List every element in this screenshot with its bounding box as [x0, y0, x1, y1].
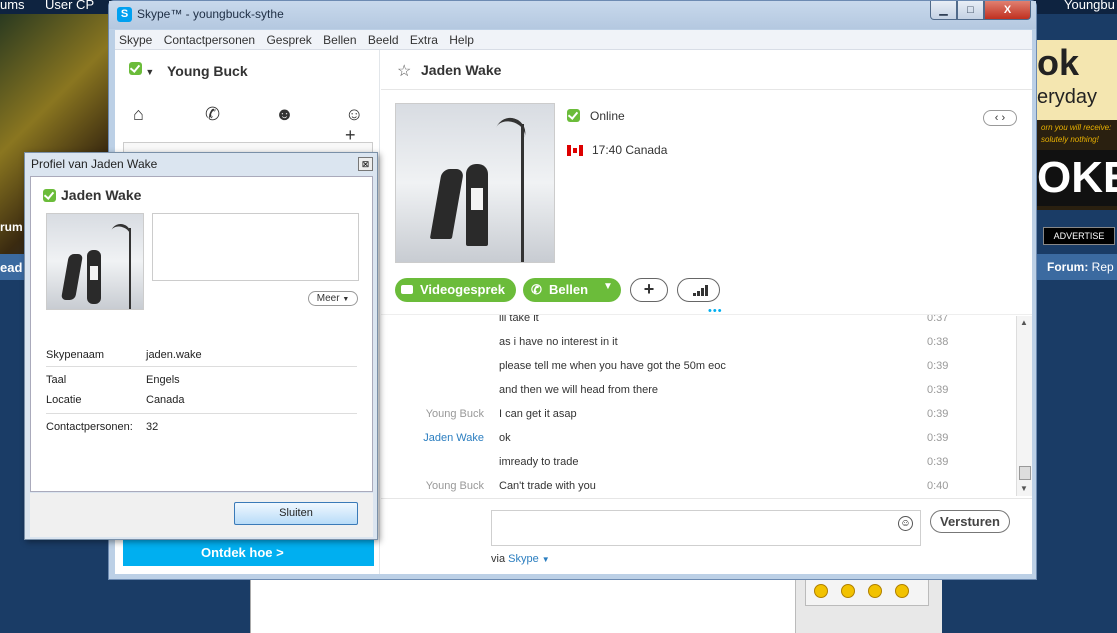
scroll-up-icon[interactable]: ▲: [1020, 318, 1028, 327]
menu-bellen[interactable]: Bellen: [319, 30, 360, 47]
window-title: Skype™ - youngbuck-sythe: [137, 7, 284, 21]
menu-contactpersonen[interactable]: Contactpersonen: [160, 30, 259, 47]
add-button[interactable]: +: [630, 278, 668, 302]
dialog-close-icon[interactable]: ⊠: [358, 157, 373, 171]
forum-rest[interactable]: Rep: [1092, 260, 1114, 274]
window-controls: ▁ □ X: [930, 1, 1031, 21]
chevron-down-icon: ▼: [145, 67, 155, 77]
advertisement[interactable]: ok eryday orn you will receive: solutely…: [1037, 40, 1117, 210]
canada-flag-icon: [567, 145, 583, 157]
status-selector[interactable]: ▼: [129, 62, 154, 78]
conversation-pane: ☆ Jaden Wake Online 17:40 Canada ‹ › Vid…: [381, 50, 1032, 574]
advertise-button[interactable]: ADVERTISE: [1043, 227, 1115, 245]
chat-scrollbar[interactable]: ▲ ▼: [1016, 316, 1032, 496]
divider: [46, 366, 357, 367]
smiley-icon[interactable]: [868, 584, 882, 598]
forum-label: Forum:: [1047, 260, 1089, 274]
chat-message: as i have no interest in it 0:38: [499, 336, 949, 348]
profile-avatar: [46, 213, 144, 310]
prev-next-arrows[interactable]: ‹ ›: [983, 110, 1017, 126]
chat-message: Young Buck Can't trade with you 0:40: [425, 480, 949, 492]
menu-skype[interactable]: Skype: [115, 30, 156, 47]
emoticon-icon[interactable]: ☺: [898, 516, 913, 531]
my-profile[interactable]: ▼ Young Buck: [129, 62, 369, 82]
smiley-icon[interactable]: [814, 584, 828, 598]
menu-gesprek[interactable]: Gesprek: [262, 30, 315, 47]
menu-help[interactable]: Help: [445, 30, 478, 47]
via-skype: via Skype ▼: [491, 553, 550, 565]
dialog-title: Profiel van Jaden Wake: [31, 157, 158, 171]
close-button[interactable]: X: [984, 1, 1031, 20]
chat-message: and then we will head from there 0:39: [499, 384, 949, 396]
add-contact-icon[interactable]: ☺+: [345, 104, 373, 146]
ad-big-text: OKER: [1037, 150, 1117, 206]
call-toolbar: Videogesprek ✆ Bellen ▼ +: [395, 278, 1025, 304]
phone-icon[interactable]: ✆: [205, 104, 220, 125]
profile-mood-box: [152, 213, 359, 281]
status-text: Online: [590, 109, 625, 124]
forum-breadcrumb: Forum: Rep: [1037, 254, 1117, 280]
chevron-down-icon[interactable]: ▼: [603, 281, 613, 292]
my-name: Young Buck: [167, 63, 248, 79]
scroll-down-icon[interactable]: ▼: [1020, 484, 1028, 493]
smiley-icon[interactable]: [895, 584, 909, 598]
nav-icons: ⌂ ✆ ☻ ☺+: [123, 100, 373, 145]
call-button[interactable]: ✆ Bellen ▼: [523, 278, 621, 302]
chevron-down-icon[interactable]: ▼: [542, 555, 550, 564]
chevron-down-icon: ▼: [342, 296, 350, 303]
scroll-thumb[interactable]: [1019, 466, 1031, 480]
chat-message: please tell me when you have got the 50m…: [499, 360, 949, 372]
chat-message: ill take it 0:37: [499, 314, 949, 324]
phone-icon: ✆: [531, 282, 542, 297]
online-check-icon: [567, 109, 580, 122]
chat-history: ill take it 0:37 as i have no interest i…: [381, 314, 1032, 498]
chevron-right-icon[interactable]: ›: [1002, 112, 1006, 124]
chat-message: Young Buck I can get it asap 0:39: [425, 408, 949, 420]
contact-location: 17:40 Canada: [567, 143, 667, 157]
skype-logo-icon: S: [117, 7, 132, 22]
call-quality-button[interactable]: [677, 278, 720, 302]
message-input[interactable]: ☺: [491, 510, 921, 546]
video-camera-icon: [401, 285, 413, 294]
local-time: 17:40 Canada: [592, 143, 668, 157]
promo-banner[interactable]: Ontdek hoe >: [123, 538, 374, 566]
dialog-body: Jaden Wake Meer ▼ Skypenaam jaden.wake T…: [30, 176, 373, 492]
ad-small-text: orn you will receive: solutely nothing!: [1041, 123, 1112, 144]
contact-status: Online: [567, 109, 625, 125]
send-button[interactable]: Versturen: [930, 510, 1010, 533]
chevron-left-icon[interactable]: ‹: [995, 112, 999, 124]
contact-header: ☆ Jaden Wake: [381, 50, 1032, 90]
profile-dialog: Profiel van Jaden Wake ⊠ Jaden Wake Meer…: [24, 152, 378, 540]
topbar-right-text[interactable]: Youngbu: [1064, 0, 1115, 12]
online-check-icon: [43, 189, 56, 202]
menu-bar: Skype Contactpersonen Gesprek Bellen Bee…: [115, 30, 1032, 50]
topbar-user-cp[interactable]: User CP: [45, 0, 94, 12]
menu-beeld[interactable]: Beeld: [364, 30, 403, 47]
contacts-icon[interactable]: ☻: [275, 104, 294, 125]
topbar-left-text[interactable]: ums: [0, 0, 25, 12]
maximize-button[interactable]: □: [957, 1, 984, 20]
menu-extra[interactable]: Extra: [406, 30, 442, 47]
smiley-panel: [805, 578, 929, 606]
contact-avatar[interactable]: [395, 103, 555, 263]
close-dialog-button[interactable]: Sluiten: [234, 502, 358, 525]
via-skype-link[interactable]: Skype: [508, 553, 539, 565]
divider: [381, 498, 1032, 499]
chat-message: Jaden Wake ok 0:39: [423, 432, 949, 444]
divider: [46, 413, 357, 414]
contact-name[interactable]: Jaden Wake: [421, 62, 501, 78]
star-icon[interactable]: ☆: [397, 61, 411, 81]
home-icon[interactable]: ⌂: [133, 104, 144, 125]
profile-name: Jaden Wake: [43, 187, 141, 205]
more-button[interactable]: Meer ▼: [308, 291, 358, 306]
video-call-button[interactable]: Videogesprek: [395, 278, 516, 302]
smiley-icon[interactable]: [841, 584, 855, 598]
online-check-icon: [129, 62, 142, 75]
title-bar[interactable]: S Skype™ - youngbuck-sythe ▁ □ X: [109, 1, 1036, 29]
chat-message: imready to trade 0:39: [499, 456, 949, 468]
minimize-button[interactable]: ▁: [930, 1, 957, 20]
ad-text-everyday: eryday: [1037, 86, 1098, 108]
